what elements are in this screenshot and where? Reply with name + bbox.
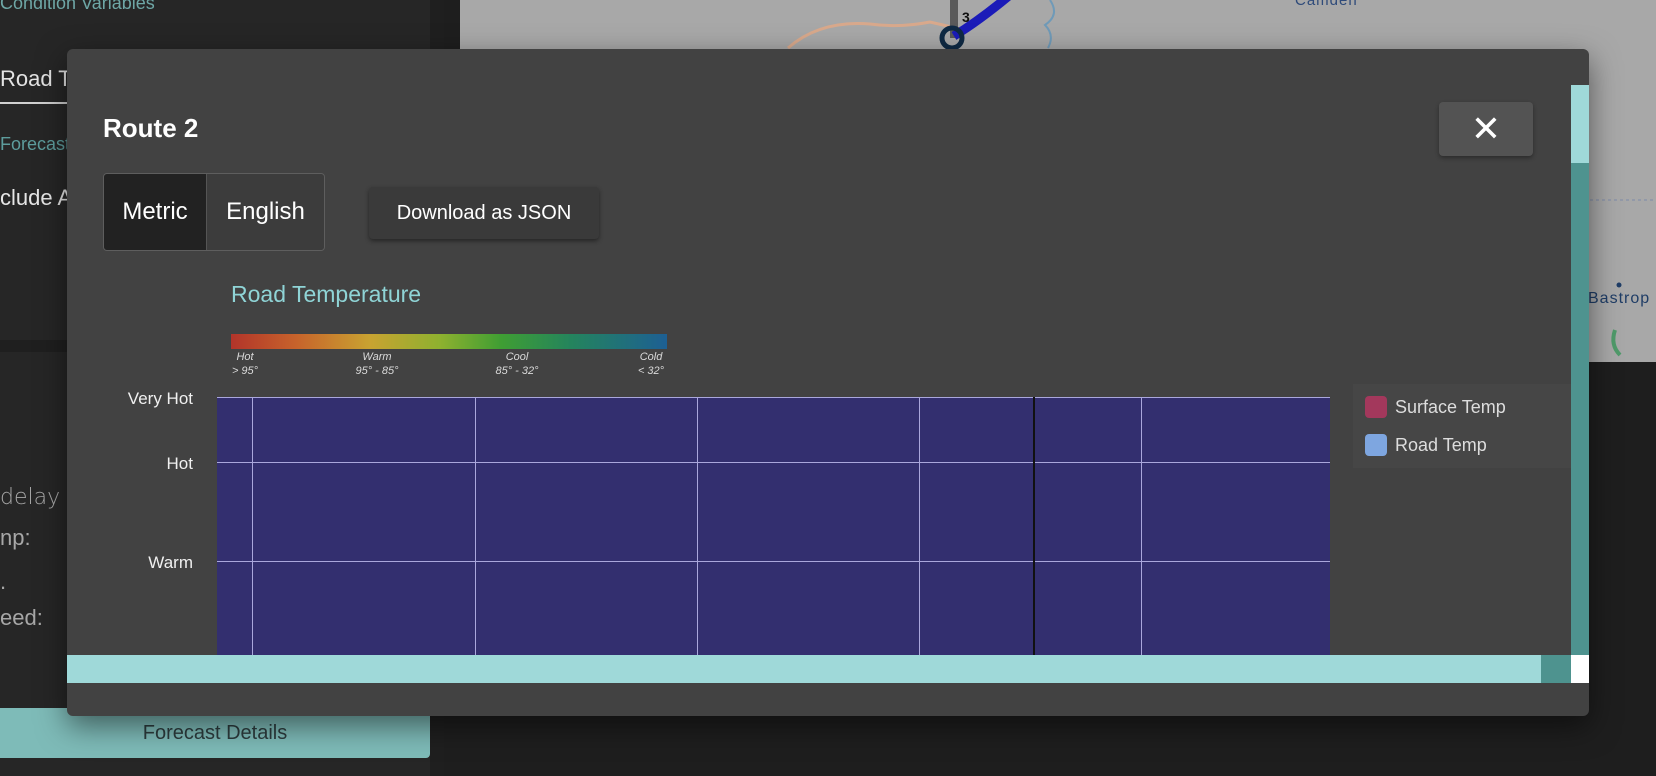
english-toggle[interactable]: English bbox=[206, 174, 324, 250]
forecast-label: Forecast bbox=[0, 134, 71, 154]
y-label-hot: Hot bbox=[166, 454, 193, 473]
condition-variables-link[interactable]: Condition Variables bbox=[0, 0, 155, 14]
road-temp-swatch bbox=[1365, 434, 1387, 456]
download-json-button[interactable]: Download as JSON bbox=[369, 187, 599, 239]
temperature-scale-gradient bbox=[231, 334, 667, 349]
gridline-vertical bbox=[1141, 397, 1142, 657]
vertical-scrollbar[interactable] bbox=[1571, 85, 1589, 683]
unit-toggle: Metric English bbox=[103, 173, 325, 251]
legend-item-road-temp[interactable]: Road Temp bbox=[1353, 434, 1487, 456]
y-label-warm: Warm bbox=[148, 553, 193, 572]
scrollbar-corner bbox=[1571, 655, 1589, 683]
map-label-bastrop: Bastrop bbox=[1588, 290, 1651, 307]
legend-item-surface-temp[interactable]: Surface Temp bbox=[1353, 396, 1506, 418]
legend-label: Surface Temp bbox=[1395, 396, 1506, 417]
road-temperature-chart[interactable] bbox=[217, 397, 1330, 657]
surface-temp-swatch bbox=[1365, 396, 1387, 418]
gridline-vertical bbox=[252, 397, 253, 657]
gridline-vertical bbox=[475, 397, 476, 657]
gridline-vertical bbox=[919, 397, 920, 657]
map-label-camden: Camden bbox=[1295, 0, 1358, 9]
gridline-warm bbox=[217, 561, 1330, 562]
temp-label: np: bbox=[0, 525, 31, 550]
chart-cursor-line bbox=[1033, 397, 1035, 657]
road-tab[interactable]: Road T bbox=[0, 66, 72, 92]
gridline-very-hot bbox=[217, 397, 1330, 398]
route-modal: Route 2 ✕ Metric English Download as JSO… bbox=[67, 49, 1589, 716]
y-label-very-hot: Very Hot bbox=[127, 389, 193, 408]
horizontal-scrollbar-thumb[interactable] bbox=[67, 655, 1541, 683]
dot-label: . bbox=[0, 569, 7, 594]
close-icon: ✕ bbox=[1470, 108, 1502, 149]
gridline-hot bbox=[217, 462, 1330, 463]
chart-title: Road Temperature bbox=[231, 281, 422, 307]
svg-text:3: 3 bbox=[962, 9, 970, 25]
close-button[interactable]: ✕ bbox=[1439, 102, 1533, 156]
scale-warm: Warm 95° - 85° bbox=[355, 351, 399, 377]
include-label: clude A bbox=[0, 185, 73, 210]
modal-title: Route 2 bbox=[103, 113, 199, 143]
scale-cold: Cold < 32° bbox=[637, 351, 665, 377]
speed-label: eed: bbox=[0, 605, 43, 630]
scale-cool: Cool 85° - 32° bbox=[495, 351, 539, 377]
metric-toggle[interactable]: Metric bbox=[104, 174, 206, 250]
vertical-scrollbar-thumb[interactable] bbox=[1571, 85, 1589, 163]
legend-label: Road Temp bbox=[1395, 434, 1487, 455]
gridline-vertical bbox=[697, 397, 698, 657]
chart-legend: Surface Temp Road Temp bbox=[1353, 384, 1571, 468]
scale-hot: Hot > 95° bbox=[231, 351, 259, 377]
